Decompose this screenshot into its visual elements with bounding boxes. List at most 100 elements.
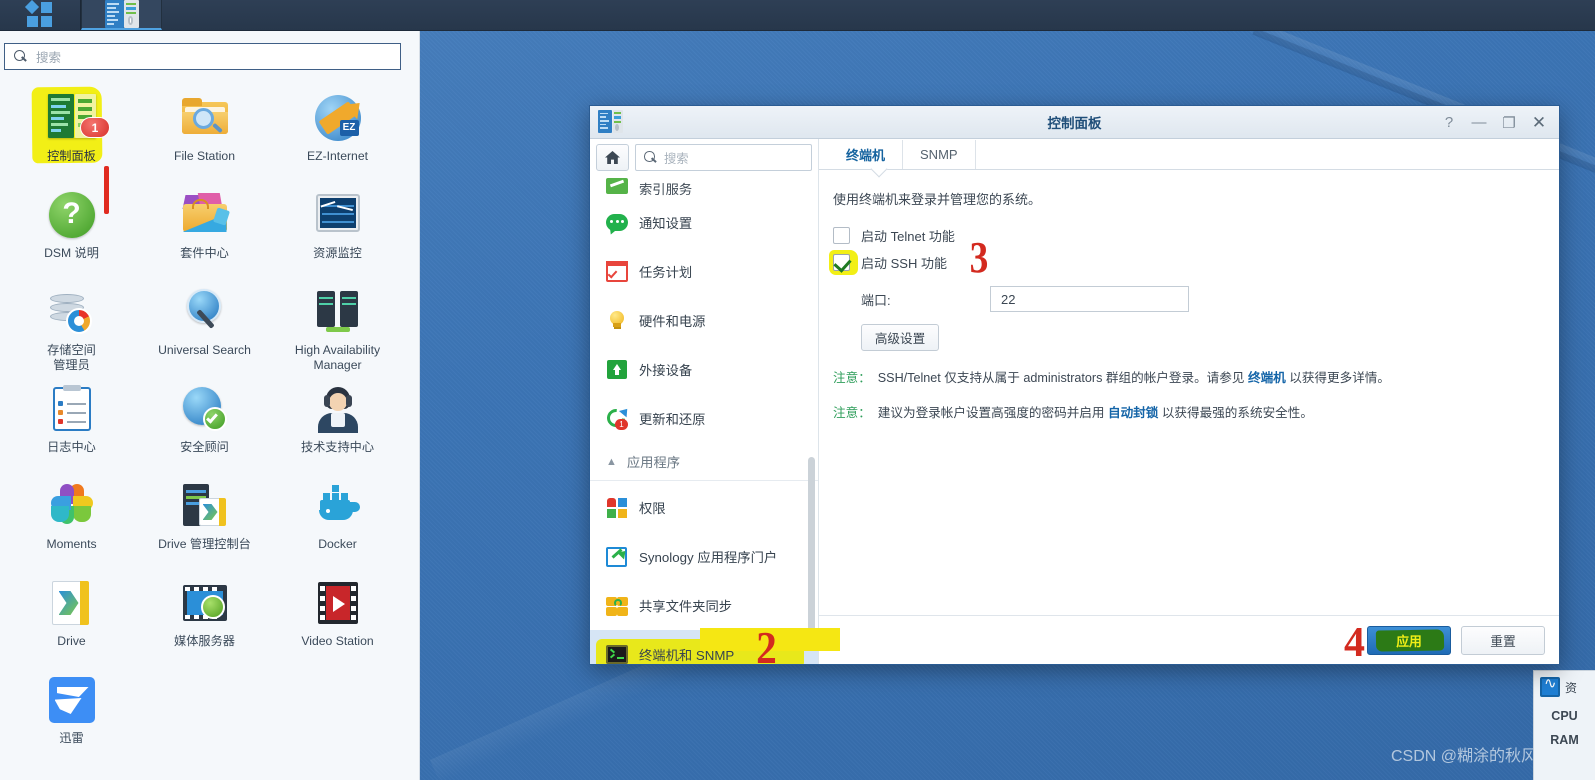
file-station-icon xyxy=(179,92,231,144)
moments-icon xyxy=(46,480,98,532)
sidebar-item-label: 共享文件夹同步 xyxy=(639,599,733,614)
app-item-drive[interactable]: Drive xyxy=(5,571,138,668)
app-item-label: High Availability Manager xyxy=(294,343,381,372)
widget-cpu-label: CPU xyxy=(1551,709,1578,723)
note-text: SSH/Telnet 仅支持从属于 administrators 群组的帐户登录… xyxy=(877,371,1390,385)
window-body: 搜索 索引服务 通知设置 任务计划 硬件和电源 外接设备 1 更新和还原 ▲ 应… xyxy=(590,139,1559,666)
docker-icon xyxy=(312,480,364,532)
note-text: 建议为登录帐户设置高强度的密码并启用 自动封锁 以获得最强的系统安全性。 xyxy=(877,406,1313,420)
sidebar-item-label: 更新和还原 xyxy=(639,412,706,427)
maximize-button[interactable]: ❐ xyxy=(1495,110,1523,136)
taskbar-item-control-panel[interactable] xyxy=(81,0,162,30)
app-item-media-server[interactable]: 媒体服务器 xyxy=(138,571,271,668)
xunlei-icon xyxy=(46,674,98,726)
apply-button[interactable]: 应用 xyxy=(1367,625,1451,655)
storage-manager-icon xyxy=(46,286,98,338)
reset-button[interactable]: 重置 xyxy=(1461,625,1545,655)
taskbar-main-menu-button[interactable] xyxy=(0,0,81,30)
widget-ram-label: RAM xyxy=(1550,733,1579,747)
search-icon xyxy=(644,151,657,164)
high-availability-manager-icon xyxy=(312,286,364,338)
sidebar-item-shared-folder-sync[interactable]: 共享文件夹同步 xyxy=(590,581,818,630)
sidebar-item-privileges[interactable]: 权限 xyxy=(590,483,818,532)
advanced-settings-button[interactable]: 高级设置 xyxy=(861,324,939,351)
log-center-icon xyxy=(46,383,98,435)
sidebar-item-update-restore[interactable]: 1 更新和还原 xyxy=(590,394,818,443)
sidebar-scrollbar-thumb[interactable] xyxy=(808,457,815,639)
ssh-checkbox-row[interactable]: 启动 SSH 功能 xyxy=(829,249,1559,276)
home-icon xyxy=(605,151,620,164)
window-footer: 4 应用 重置 xyxy=(819,615,1559,666)
port-label: 端口: xyxy=(861,292,891,308)
window-titlebar[interactable]: 控制面板 ? — ❐ ✕ xyxy=(590,106,1559,139)
app-item-file-station[interactable]: File Station xyxy=(138,86,271,183)
tab-snmp[interactable]: SNMP xyxy=(903,140,976,169)
minimize-button[interactable]: — xyxy=(1465,110,1493,136)
app-item-universal-search[interactable]: Universal Search xyxy=(138,280,271,377)
sidebar-group-applications[interactable]: ▲ 应用程序 xyxy=(590,443,818,481)
app-item-moments[interactable]: Moments xyxy=(5,474,138,571)
app-item-label: 媒体服务器 xyxy=(174,634,235,648)
help-button[interactable]: ? xyxy=(1435,110,1463,136)
app-item-dsm-help[interactable]: ? DSM 说明 xyxy=(5,183,138,280)
control-panel-icon xyxy=(598,110,623,133)
app-item-log-center[interactable]: 日志中心 xyxy=(5,377,138,474)
app-item-drive-admin-console[interactable]: Drive 管理控制台 xyxy=(138,474,271,571)
sidebar-search-input[interactable]: 搜索 xyxy=(635,144,812,171)
video-station-icon xyxy=(312,577,364,629)
app-item-docker[interactable]: Docker xyxy=(271,474,404,571)
sidebar-item-list: 索引服务 通知设置 任务计划 硬件和电源 外接设备 1 更新和还原 ▲ 应用程序… xyxy=(590,176,818,664)
app-item-control-panel[interactable]: 控制面板 1 xyxy=(5,86,138,183)
resource-widget: 资 CPU RAM xyxy=(1533,670,1595,780)
app-item-xunlei[interactable]: 迅雷 xyxy=(5,668,138,765)
sidebar-item-label: 权限 xyxy=(639,501,666,516)
telnet-checkbox[interactable] xyxy=(833,227,850,244)
index-service-icon xyxy=(606,176,628,198)
sidebar-search-placeholder: 搜索 xyxy=(664,151,689,166)
app-item-storage-manager[interactable]: 存储空间 管理员 xyxy=(5,280,138,377)
app-item-support-center[interactable]: 技术支持中心 xyxy=(271,377,404,474)
port-row: 端口: xyxy=(833,286,1559,312)
telnet-checkbox-row[interactable]: 启动 Telnet 功能 xyxy=(833,222,1559,249)
hardware-power-icon xyxy=(606,310,628,332)
ssh-checkbox[interactable] xyxy=(833,254,850,271)
ssh-checkbox-label: 启动 SSH 功能 xyxy=(861,256,947,271)
sidebar-top-bar: 搜索 xyxy=(590,139,818,176)
drawer-search-input[interactable]: 搜索 xyxy=(4,43,401,70)
note-key: 注意： xyxy=(833,371,871,385)
port-input[interactable] xyxy=(990,286,1189,312)
sidebar-item-hardware-power[interactable]: 硬件和电源 xyxy=(590,296,818,345)
app-item-label: 套件中心 xyxy=(180,246,229,260)
app-item-resource-monitor[interactable]: 资源监控 xyxy=(271,183,404,280)
note-password: 注意： 建议为登录帐户设置高强度的密码并启用 自动封锁 以获得最强的系统安全性。 xyxy=(833,402,1559,421)
annotation-pen-stroke-1 xyxy=(104,166,109,214)
tab-terminal[interactable]: 终端机 xyxy=(829,140,904,169)
app-item-package-center[interactable]: 套件中心 xyxy=(138,183,271,280)
sidebar-item-index-service[interactable]: 索引服务 xyxy=(590,176,818,198)
sidebar-item-notification[interactable]: 通知设置 xyxy=(590,198,818,247)
sidebar-item-application-portal[interactable]: Synology 应用程序门户 xyxy=(590,532,818,581)
sidebar-item-label: 硬件和电源 xyxy=(639,314,706,329)
note-ssh-telnet: 注意： SSH/Telnet 仅支持从属于 administrators 群组的… xyxy=(833,367,1559,386)
note-link-auto-block[interactable]: 自动封锁 xyxy=(1108,406,1158,420)
app-item-label: 技术支持中心 xyxy=(300,440,375,454)
sidebar-item-label: 索引服务 xyxy=(639,182,693,197)
sidebar-item-task-scheduler[interactable]: 任务计划 xyxy=(590,247,818,296)
sidebar-item-label: 外接设备 xyxy=(639,363,693,378)
annotation-step-4: 4 xyxy=(1344,620,1365,666)
app-item-label: Moments xyxy=(46,537,97,551)
close-button[interactable]: ✕ xyxy=(1525,110,1553,136)
app-item-label: Video Station xyxy=(301,634,374,648)
app-item-high-availability-manager[interactable]: High Availability Manager xyxy=(271,280,404,377)
annotation-step-3: 3 xyxy=(969,233,989,282)
drawer-search-placeholder: 搜索 xyxy=(36,51,62,65)
app-item-ez-internet[interactable]: EZ EZ-Internet xyxy=(271,86,404,183)
taskbar xyxy=(0,0,1595,31)
sidebar-item-external-devices[interactable]: 外接设备 xyxy=(590,345,818,394)
note-link-terminal[interactable]: 终端机 xyxy=(1248,371,1286,385)
app-item-security-advisor[interactable]: 安全顾问 xyxy=(138,377,271,474)
home-button[interactable] xyxy=(596,144,629,171)
app-item-video-station[interactable]: Video Station xyxy=(271,571,404,668)
app-drawer: 搜索 控制面板 1 File Station EZ EZ-Internet ? … xyxy=(0,31,420,780)
package-center-icon xyxy=(179,189,231,241)
